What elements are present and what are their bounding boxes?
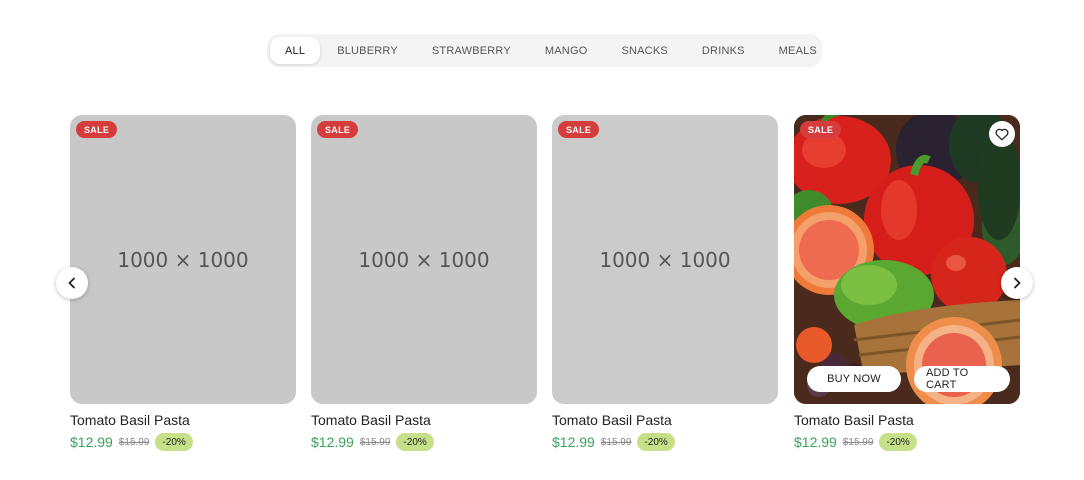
product-old-price: $15.99	[359, 436, 391, 448]
product-image[interactable]: SALE BUY NOW ADD TO CART	[794, 115, 1020, 404]
card-actions: BUY NOW ADD TO CART	[807, 366, 1010, 392]
tab-meals[interactable]: MEALS	[762, 37, 834, 64]
price-row: $12.99 $15.99 -20%	[552, 433, 778, 451]
image-placeholder-label: 1000 × 1000	[599, 247, 731, 272]
product-name[interactable]: Tomato Basil Pasta	[70, 412, 296, 428]
product-old-price: $15.99	[600, 436, 632, 448]
product-image[interactable]: 1000 × 1000 SALE	[311, 115, 537, 404]
discount-badge: -20%	[637, 433, 675, 451]
product-card[interactable]: 1000 × 1000 SALE Tomato Basil Pasta $12.…	[552, 115, 778, 451]
product-name[interactable]: Tomato Basil Pasta	[552, 412, 778, 428]
sale-badge: SALE	[76, 121, 118, 138]
product-old-price: $15.99	[118, 436, 150, 448]
product-name[interactable]: Tomato Basil Pasta	[794, 412, 1020, 428]
image-placeholder-label: 1000 × 1000	[358, 247, 490, 272]
category-tabs: ALL BLUBERRY STRAWBERRY MANGO SNACKS DRI…	[267, 34, 822, 67]
image-placeholder-label: 1000 × 1000	[117, 247, 249, 272]
tab-bluberry[interactable]: BLUBERRY	[320, 37, 415, 64]
tab-mango[interactable]: MANGO	[528, 37, 605, 64]
product-card[interactable]: 1000 × 1000 SALE Tomato Basil Pasta $12.…	[70, 115, 296, 451]
tab-drinks[interactable]: DRINKS	[685, 37, 762, 64]
buy-now-button[interactable]: BUY NOW	[807, 366, 901, 392]
product-image[interactable]: 1000 × 1000 SALE	[552, 115, 778, 404]
price-row: $12.99 $15.99 -20%	[70, 433, 296, 451]
product-name[interactable]: Tomato Basil Pasta	[311, 412, 537, 428]
wishlist-button[interactable]	[989, 121, 1015, 147]
add-to-cart-button[interactable]: ADD TO CART	[914, 366, 1010, 392]
tab-all[interactable]: ALL	[270, 37, 321, 64]
product-price: $12.99	[311, 434, 354, 450]
tab-snacks[interactable]: SNACKS	[604, 37, 684, 64]
product-card[interactable]: SALE BUY NOW ADD TO CART Tomato Basil Pa…	[794, 115, 1020, 451]
sale-badge: SALE	[317, 121, 359, 138]
discount-badge: -20%	[879, 433, 917, 451]
product-old-price: $15.99	[842, 436, 874, 448]
product-price: $12.99	[794, 434, 837, 450]
discount-badge: -20%	[155, 433, 193, 451]
sale-badge: SALE	[800, 121, 842, 138]
sale-badge: SALE	[558, 121, 600, 138]
tab-strawberry[interactable]: STRAWBERRY	[415, 37, 528, 64]
product-image[interactable]: 1000 × 1000 SALE	[70, 115, 296, 404]
carousel-next-button[interactable]	[1001, 267, 1033, 299]
chevron-right-icon	[1014, 277, 1021, 289]
discount-badge: -20%	[396, 433, 434, 451]
price-row: $12.99 $15.99 -20%	[311, 433, 537, 451]
product-card[interactable]: 1000 × 1000 SALE Tomato Basil Pasta $12.…	[311, 115, 537, 451]
carousel-prev-button[interactable]	[56, 267, 88, 299]
product-price: $12.99	[70, 434, 113, 450]
price-row: $12.99 $15.99 -20%	[794, 433, 1020, 451]
chevron-left-icon	[68, 277, 75, 289]
heart-icon	[995, 128, 1009, 140]
product-price: $12.99	[552, 434, 595, 450]
vegetables-image	[794, 115, 1020, 404]
